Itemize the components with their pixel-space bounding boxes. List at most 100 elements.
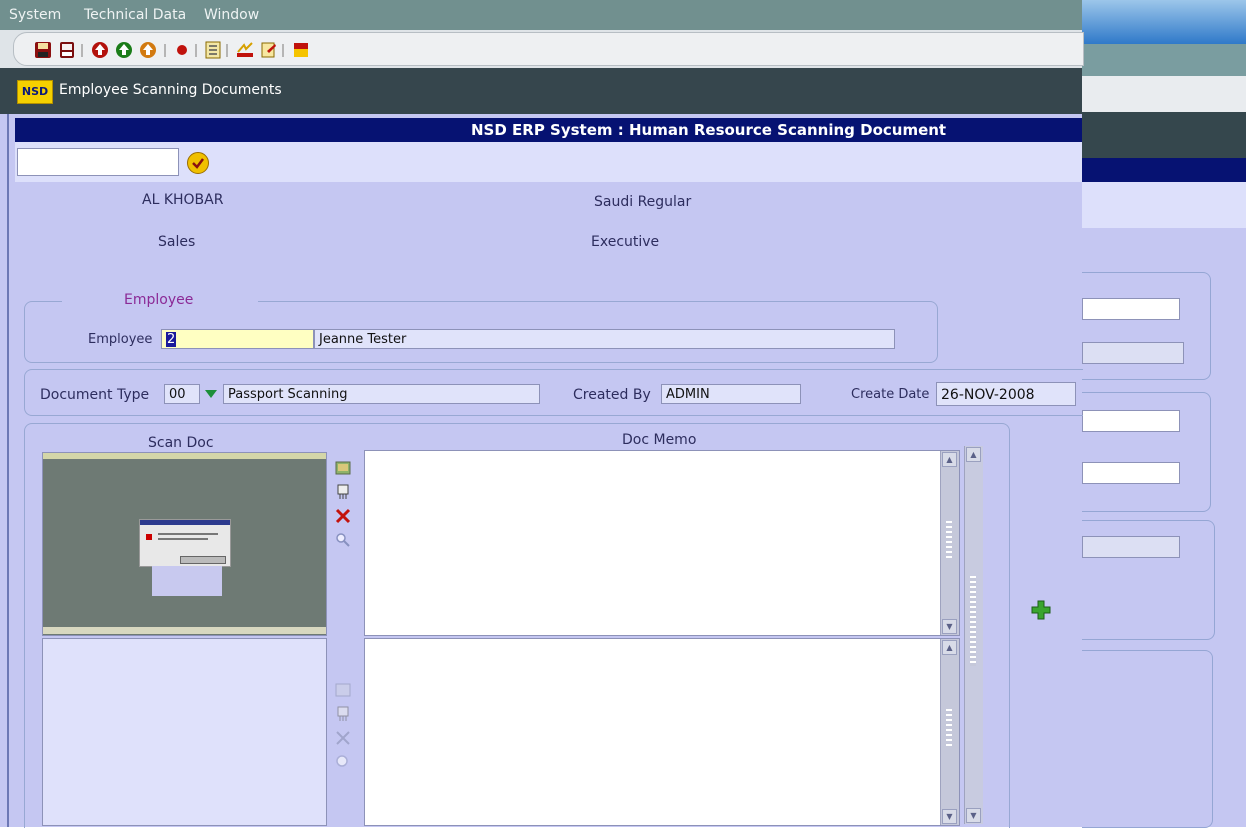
doc-memo-textarea[interactable]: ▲ ▼ <box>364 450 960 636</box>
record-scrollbar[interactable]: ▲ ▼ <box>964 446 983 824</box>
background-field[interactable] <box>1082 536 1180 558</box>
scan-image-panel <box>152 566 222 596</box>
scan-dialog-title <box>140 520 230 525</box>
menu-bar: System Technical Data Window <box>0 0 1082 30</box>
toolbar-separator <box>81 44 83 57</box>
scan-doc-label: Scan Doc <box>148 435 214 451</box>
nav-up-red-icon[interactable] <box>91 41 109 59</box>
scan-dialog-text <box>158 533 218 535</box>
scan-image-taskbar <box>43 627 326 634</box>
memo-scrollbar[interactable]: ▲ ▼ <box>940 451 959 635</box>
toolbar-separator <box>282 44 284 57</box>
scan-image-dialog <box>139 519 231 567</box>
magnifier-icon <box>336 755 348 767</box>
image-icon <box>335 683 351 697</box>
toolbar-panel <box>13 32 1084 66</box>
scroll-up-button[interactable]: ▲ <box>942 452 957 467</box>
background-field[interactable] <box>1082 298 1180 320</box>
nav-up-orange-icon[interactable] <box>139 41 157 59</box>
create-date-field[interactable]: 26-NOV-2008 <box>936 382 1076 406</box>
employee-name-field[interactable]: Jeanne Tester <box>314 329 895 349</box>
dropdown-arrow-icon <box>205 390 217 398</box>
background-field[interactable] <box>1082 462 1180 484</box>
image-icon <box>335 461 351 475</box>
background-field[interactable] <box>1082 410 1180 432</box>
employee-id-value: 2 <box>166 332 177 347</box>
edit-doc-icon[interactable] <box>260 41 278 59</box>
location-label: AL KHOBAR <box>142 192 224 208</box>
scroll-down-button[interactable]: ▼ <box>942 809 957 824</box>
menu-system[interactable]: System <box>9 7 61 23</box>
memo-scrollbar-2[interactable]: ▲ ▼ <box>940 639 959 825</box>
create-date-label: Create Date <box>851 387 930 402</box>
scan-dialog-error-icon <box>146 534 152 540</box>
document-type-name-field[interactable]: Passport Scanning <box>223 384 540 404</box>
background-window-toolbar <box>1082 44 1246 76</box>
employee-id-field[interactable]: 2 <box>161 329 314 349</box>
scan-image-header <box>43 453 326 459</box>
background-frame <box>1082 650 1213 828</box>
scan-image-button-2[interactable] <box>333 680 353 700</box>
scroll-down-button[interactable]: ▼ <box>942 619 957 634</box>
zoom-scan-button[interactable] <box>333 530 353 550</box>
document-icon[interactable] <box>58 41 76 59</box>
background-window-search-band <box>1082 182 1246 228</box>
toolbar-separator <box>195 44 197 57</box>
save-icon[interactable] <box>34 41 52 59</box>
category-label: Saudi Regular <box>594 194 692 210</box>
scanner-button[interactable] <box>333 482 353 502</box>
menu-technical-data[interactable]: Technical Data <box>84 7 186 23</box>
employee-legend: Employee <box>116 292 202 308</box>
scroll-thumb-grip[interactable] <box>946 521 952 561</box>
record-scroll-down-button[interactable]: ▼ <box>966 808 981 823</box>
window-left-border <box>7 114 9 827</box>
doc-memo-label: Doc Memo <box>622 432 697 448</box>
plus-icon <box>1031 600 1051 620</box>
scan-image-empty[interactable] <box>42 638 327 826</box>
chart-icon[interactable] <box>236 41 254 59</box>
doc-memo-textarea-2[interactable]: ▲ ▼ <box>364 638 960 826</box>
scroll-thumb-grip[interactable] <box>946 709 952 749</box>
document-type-dropdown-button[interactable] <box>201 384 221 404</box>
delete-scan-button[interactable] <box>333 506 353 526</box>
document-type-label: Document Type <box>40 387 150 403</box>
list-icon[interactable] <box>204 41 222 59</box>
scanner-button-2[interactable] <box>333 704 353 724</box>
window-title: Employee Scanning Documents <box>59 82 282 98</box>
toolbar-separator <box>226 44 228 57</box>
menu-window[interactable]: Window <box>204 7 259 23</box>
record-icon[interactable] <box>173 41 191 59</box>
nav-up-green-icon[interactable] <box>115 41 133 59</box>
background-window-titlebar <box>1082 0 1246 44</box>
search-input[interactable] <box>17 148 179 176</box>
scan-dialog-text <box>158 538 208 540</box>
toolbar <box>0 30 1084 69</box>
created-by-label: Created By <box>573 387 651 403</box>
scanner-icon <box>337 484 349 499</box>
department-label: Sales <box>158 234 196 250</box>
record-scroll-up-button[interactable]: ▲ <box>966 447 981 462</box>
record-scroll-thumb[interactable] <box>970 576 976 666</box>
form-header-title: NSD ERP System : Human Resource Scanning… <box>471 121 947 139</box>
exit-icon[interactable] <box>292 41 310 59</box>
scanner-icon <box>337 706 349 721</box>
grade-label: Executive <box>591 234 660 250</box>
created-by-field[interactable]: ADMIN <box>661 384 801 404</box>
employee-field-label: Employee <box>88 332 153 347</box>
scroll-up-button[interactable]: ▲ <box>942 640 957 655</box>
toolbar-separator <box>164 44 166 57</box>
confirm-button[interactable] <box>187 152 209 174</box>
scan-image-button[interactable] <box>333 458 353 478</box>
scan-dialog-button <box>180 556 226 564</box>
background-window-header <box>1082 158 1246 182</box>
nsd-logo: NSD <box>17 80 53 104</box>
zoom-scan-button-2[interactable] <box>333 752 353 772</box>
delete-scan-button-2[interactable] <box>333 728 353 748</box>
document-type-code-field[interactable]: 00 <box>164 384 200 404</box>
delete-icon <box>336 731 350 745</box>
scan-image[interactable] <box>42 452 327 636</box>
background-field[interactable] <box>1082 342 1184 364</box>
add-record-button[interactable] <box>1029 598 1053 622</box>
background-window-band <box>1082 76 1246 112</box>
form-header: NSD ERP System : Human Resource Scanning… <box>15 118 1082 142</box>
